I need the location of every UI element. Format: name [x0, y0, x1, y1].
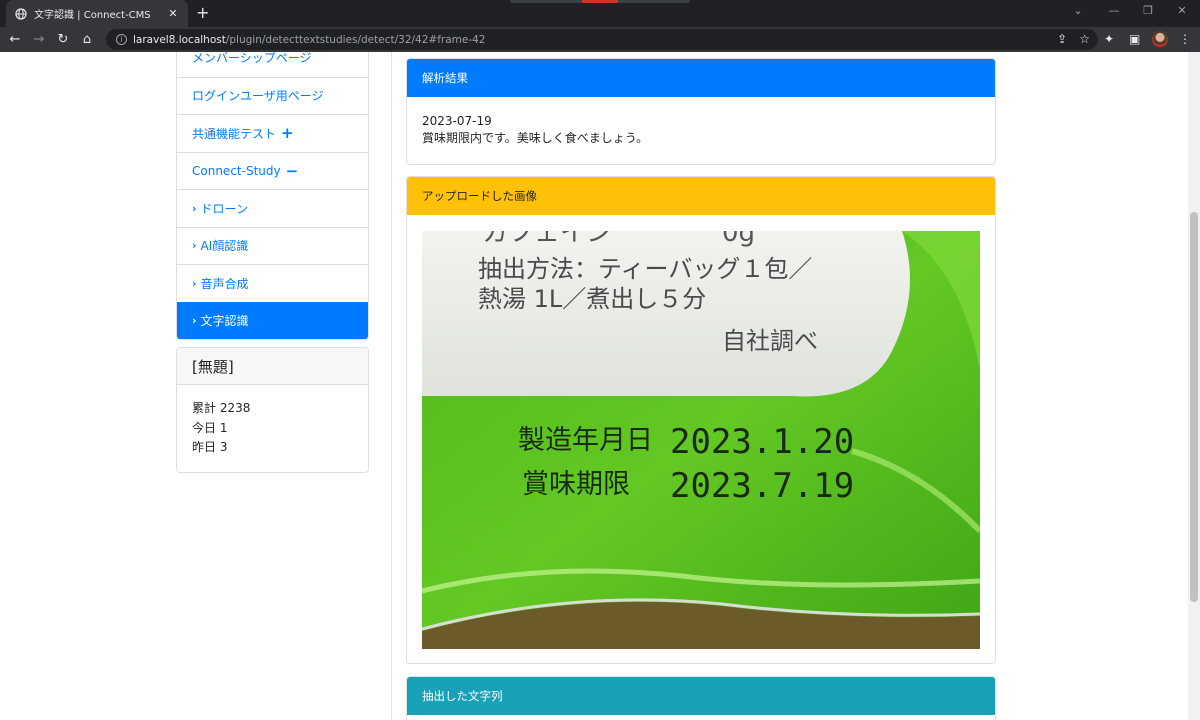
- photo-text-method-line1: 抽出方法：ティーバッグ１包／: [478, 255, 812, 283]
- sidebar-item-label: Connect-Study: [192, 163, 281, 178]
- sidebar-item-label: 音声合成: [200, 276, 249, 291]
- url-host: laravel8.localhost: [133, 33, 226, 46]
- browser-tab-bar: 文字認識 | Connect-CMS ✕ + ⌄ — ❐ ✕: [0, 0, 1200, 27]
- counter-title: [無題]: [177, 348, 368, 385]
- extracted-text-header: 抽出した文字列: [407, 677, 995, 715]
- browser-tab[interactable]: 文字認識 | Connect-CMS ✕: [6, 0, 188, 27]
- counter-card: [無題] 累計 2238 今日 1 昨日 3: [176, 347, 369, 473]
- photo-text-method-line2: 熱湯 1L／煮出し５分: [478, 285, 706, 313]
- more-menu-icon[interactable]: ⋮: [1179, 32, 1191, 46]
- window-drag-indicator: [510, 0, 690, 3]
- sidebar-item-label: AI顔認識: [200, 239, 249, 254]
- bookmark-star-icon[interactable]: ☆: [1079, 32, 1090, 46]
- uploaded-image-card: アップロードした画像 カフェイン 0g 抽出方法：ティーバッグ１包／ 熱湯 1L…: [406, 176, 996, 664]
- sidebar-item-label: ログインユーザ用ページ: [192, 89, 324, 104]
- site-info-icon[interactable]: i: [116, 34, 127, 45]
- close-tab-icon[interactable]: ✕: [166, 7, 180, 20]
- new-tab-button[interactable]: +: [196, 4, 209, 22]
- chevron-right-icon: ›: [192, 276, 197, 290]
- sidebar-item-label: 文字認識: [200, 314, 249, 329]
- minimize-icon[interactable]: —: [1104, 4, 1124, 17]
- restore-icon[interactable]: ❐: [1138, 4, 1158, 17]
- tab-title: 文字認識 | Connect-CMS: [34, 10, 151, 21]
- profile-avatar[interactable]: [1152, 31, 1168, 47]
- photo-text-manufactured-label: 製造年月日: [518, 425, 653, 456]
- tab-search-icon[interactable]: ⌄: [1068, 4, 1088, 17]
- sidebar-item-drone[interactable]: › ドローン: [177, 189, 368, 227]
- minus-icon[interactable]: −: [286, 162, 299, 180]
- sidebar-item-login-user[interactable]: ログインユーザ用ページ: [177, 76, 368, 114]
- counter-yesterday: 昨日 3: [192, 440, 228, 454]
- browser-toolbar: ← → ↻ ⌂ i laravel8.localhost/plugin/dete…: [0, 27, 1200, 52]
- counter-total: 累計 2238: [192, 401, 251, 415]
- uploaded-photo: カフェイン 0g 抽出方法：ティーバッグ１包／ 熱湯 1L／煮出し５分 自社調べ…: [422, 231, 980, 649]
- result-message: 賞味期限内です。美味しく食べましょう。: [422, 131, 649, 145]
- sidebar-item-text-recognition[interactable]: › 文字認識: [177, 301, 368, 339]
- side-panel-icon[interactable]: ▣: [1129, 32, 1140, 46]
- column-divider: [391, 52, 392, 720]
- photo-text-bestbefore-value: 2023.7.19: [670, 466, 854, 506]
- photo-text-source: 自社調べ: [722, 327, 818, 355]
- sidebar-item-label: 共通機能テスト: [192, 126, 277, 141]
- page-content: メンバーシップページ ログインユーザ用ページ 共通機能テスト + Connect-…: [0, 52, 1188, 720]
- page-scrollbar[interactable]: [1188, 52, 1200, 720]
- globe-icon: [14, 7, 27, 20]
- plus-icon[interactable]: +: [281, 124, 294, 142]
- extensions-puzzle-icon[interactable]: ✦: [1104, 32, 1114, 46]
- address-bar[interactable]: i laravel8.localhost/plugin/detecttextst…: [106, 29, 1098, 50]
- extracted-text-card: 抽出した文字列: [406, 676, 996, 720]
- result-card: 解析結果 2023-07-19 賞味期限内です。美味しく食べましょう。: [406, 58, 996, 165]
- sidebar-item-face-recognition[interactable]: › AI顔認識: [177, 226, 368, 264]
- sidebar-item-label: ドローン: [200, 201, 248, 216]
- url-path: /plugin/detecttextstudies/detect/32/42#f…: [225, 33, 486, 46]
- counter-today: 今日 1: [192, 420, 228, 435]
- sidebar-item-common-test[interactable]: 共通機能テスト +: [177, 114, 368, 152]
- home-icon[interactable]: ⌂: [76, 32, 98, 47]
- package-photo-graphic: カフェイン 0g 抽出方法：ティーバッグ１包／ 熱湯 1L／煮出し５分 自社調べ…: [422, 231, 980, 649]
- back-arrow-icon[interactable]: ←: [4, 32, 26, 47]
- chevron-right-icon: ›: [192, 201, 197, 215]
- photo-text-caffeine: カフェイン: [482, 231, 612, 248]
- forward-arrow-icon[interactable]: →: [28, 32, 50, 47]
- sidebar-item-speech-synthesis[interactable]: › 音声合成: [177, 264, 368, 302]
- scrollbar-thumb[interactable]: [1190, 212, 1198, 602]
- result-card-header: 解析結果: [407, 59, 995, 97]
- sidebar-item-label: メンバーシップページ: [192, 52, 312, 66]
- sidebar-item-membership[interactable]: メンバーシップページ: [177, 52, 368, 77]
- photo-text-bestbefore-label: 賞味期限: [522, 469, 630, 500]
- reload-icon[interactable]: ↻: [52, 32, 74, 47]
- sidebar-item-connect-study[interactable]: Connect-Study −: [177, 151, 368, 189]
- photo-text-manufactured-value: 2023.1.20: [670, 422, 854, 462]
- photo-text-caffeine-value: 0g: [722, 231, 755, 248]
- image-card-header: アップロードした画像: [407, 177, 995, 215]
- close-window-icon[interactable]: ✕: [1172, 4, 1192, 17]
- share-icon[interactable]: ⇪: [1057, 32, 1067, 46]
- chevron-right-icon: ›: [192, 239, 197, 253]
- chevron-right-icon: ›: [192, 314, 197, 328]
- sidebar-menu: メンバーシップページ ログインユーザ用ページ 共通機能テスト + Connect-…: [176, 52, 369, 340]
- result-date: 2023-07-19: [422, 114, 492, 128]
